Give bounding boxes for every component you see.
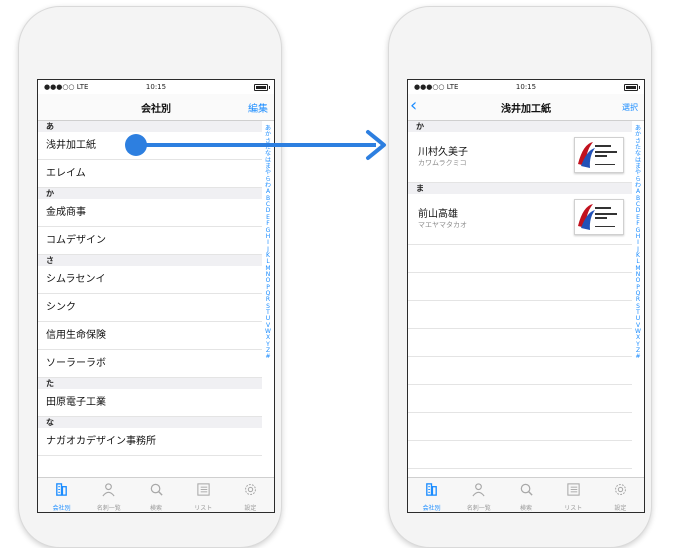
tap-point-icon <box>125 134 147 156</box>
transition-arrow <box>125 130 386 160</box>
